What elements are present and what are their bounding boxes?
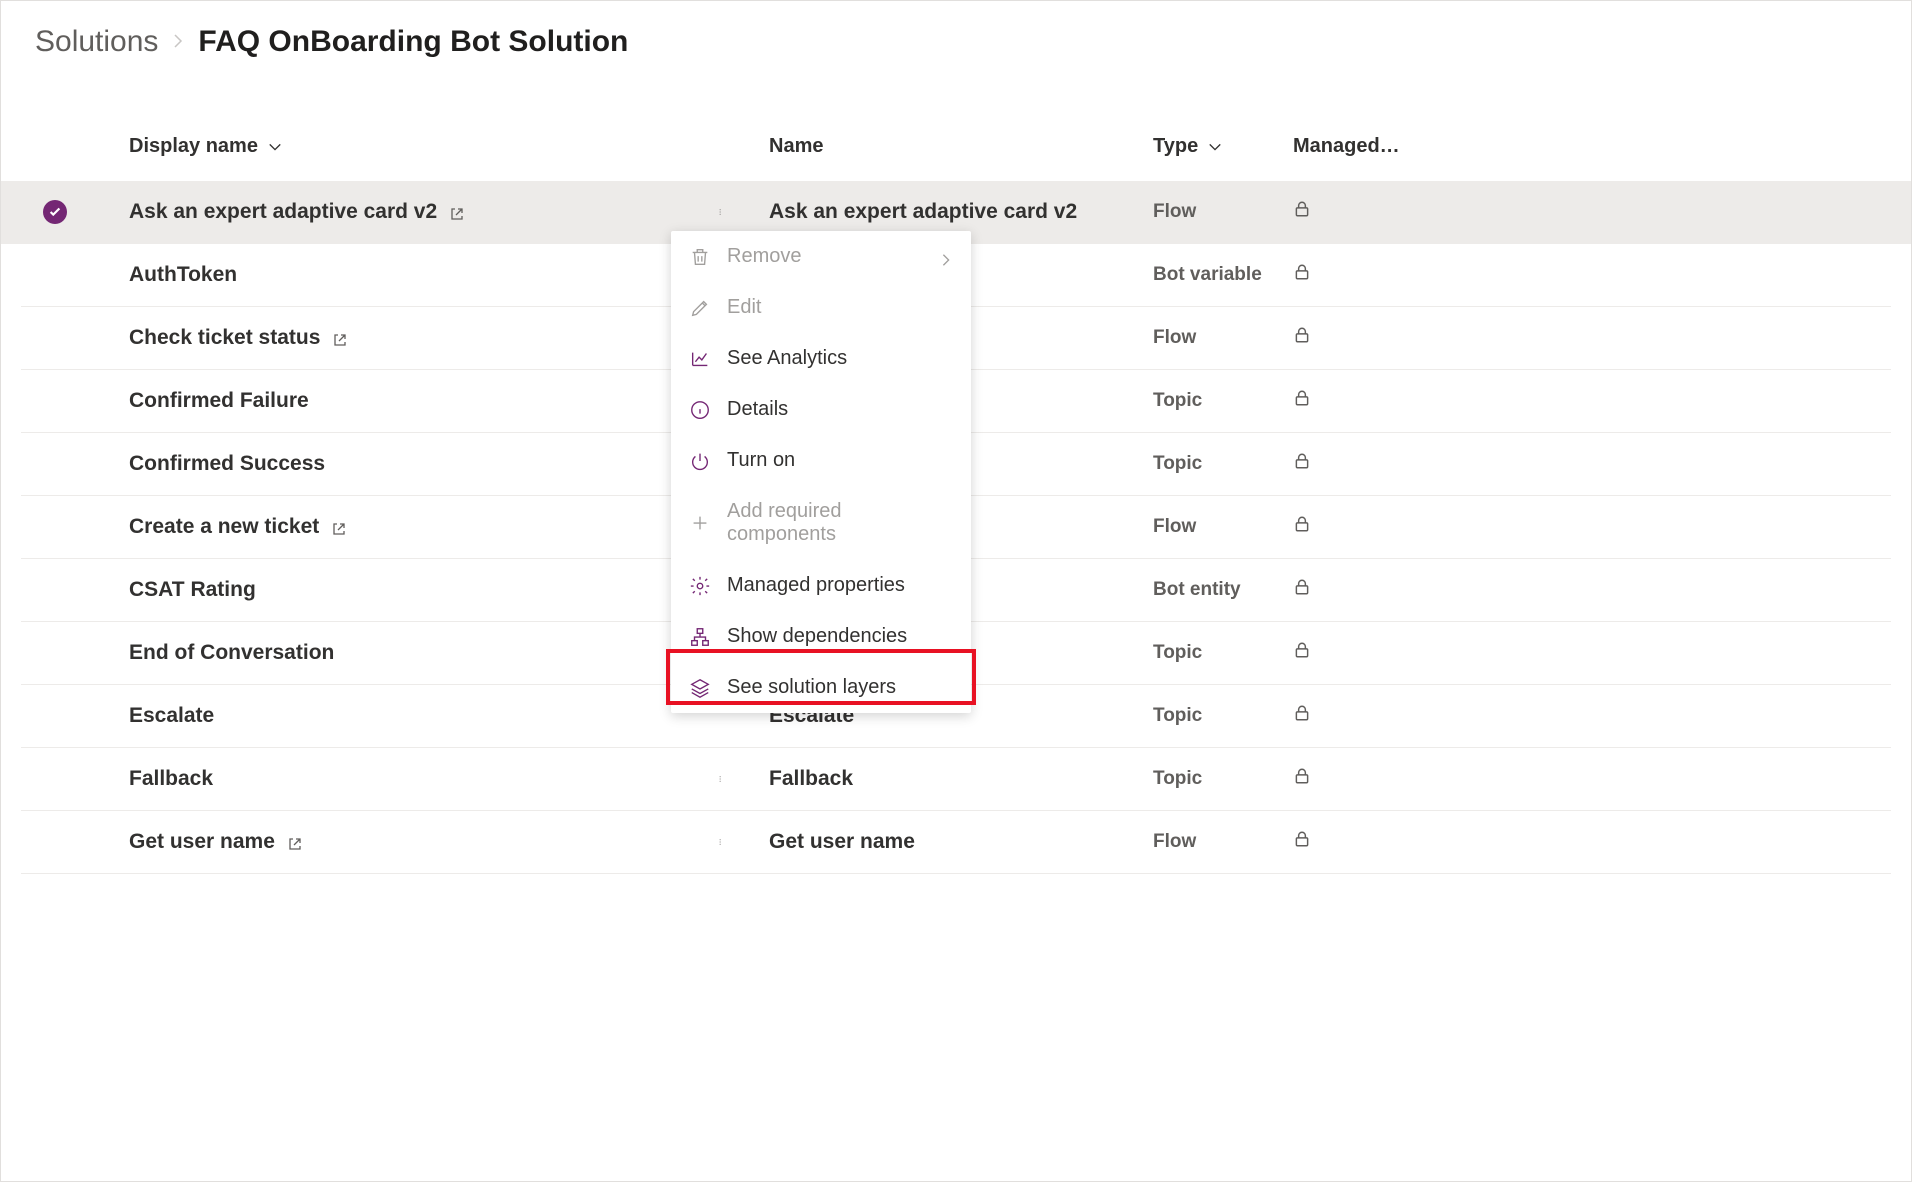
row-type: Bot variable — [1153, 264, 1262, 286]
external-link-icon — [331, 519, 347, 535]
display-name[interactable]: Check ticket status — [129, 326, 348, 350]
tree-icon — [689, 626, 711, 648]
breadcrumb-root[interactable]: Solutions — [35, 25, 158, 59]
more-actions-button[interactable] — [711, 831, 733, 853]
row-type: Topic — [1153, 705, 1202, 727]
more-actions-button[interactable] — [711, 768, 733, 790]
row-name: Ask an expert adaptive card v2 — [769, 200, 1077, 223]
display-name[interactable]: Fallback — [129, 767, 213, 791]
lock-icon — [1293, 201, 1311, 223]
row-type: Flow — [1153, 201, 1196, 223]
display-name[interactable]: Confirmed Failure — [129, 389, 309, 413]
column-header-type-label: Type — [1153, 135, 1198, 158]
display-name[interactable]: CSAT Rating — [129, 578, 256, 602]
menu-item-gear[interactable]: Managed properties — [671, 560, 971, 611]
external-link-icon — [332, 330, 348, 346]
trash-icon — [689, 246, 711, 268]
external-link-icon — [449, 204, 465, 220]
highlight-box — [666, 649, 976, 705]
info-icon — [689, 399, 711, 421]
lock-icon — [1293, 768, 1311, 790]
row-type: Flow — [1153, 831, 1196, 853]
plus-icon — [689, 512, 711, 534]
context-menu: Remove Edit See Analytics Details Turn on Add… — [671, 231, 971, 713]
menu-item-label: Turn on — [727, 449, 795, 472]
menu-item-analytics[interactable]: See Analytics — [671, 333, 971, 384]
menu-item-info[interactable]: Details — [671, 384, 971, 435]
menu-item-power[interactable]: Turn on — [671, 435, 971, 486]
row-type: Bot entity — [1153, 579, 1241, 601]
row-type: Topic — [1153, 642, 1202, 664]
lock-icon — [1293, 327, 1311, 349]
menu-item-label: Show dependencies — [727, 625, 907, 648]
column-header-display-name[interactable]: Display name — [129, 135, 711, 158]
row-type: Topic — [1153, 390, 1202, 412]
row-type: Topic — [1153, 768, 1202, 790]
column-header-type[interactable]: Type — [1153, 135, 1293, 158]
breadcrumb-current: FAQ OnBoarding Bot Solution — [198, 25, 628, 59]
lock-icon — [1293, 579, 1311, 601]
display-name[interactable]: End of Conversation — [129, 641, 334, 665]
menu-item-edit: Edit — [671, 282, 971, 333]
display-name[interactable]: Escalate — [129, 704, 214, 728]
menu-item-label: Managed properties — [727, 574, 905, 597]
check-icon[interactable] — [43, 200, 67, 224]
menu-item-label: Edit — [727, 296, 761, 319]
menu-item-label: Remove — [727, 245, 801, 268]
display-name[interactable]: AuthToken — [129, 263, 237, 287]
display-name[interactable]: Confirmed Success — [129, 452, 325, 476]
power-icon — [689, 450, 711, 472]
table-header-row: Display name Name Type Managed… — [21, 99, 1891, 181]
column-header-name[interactable]: Name — [769, 135, 1153, 158]
analytics-icon — [689, 348, 711, 370]
chevron-down-icon — [268, 140, 282, 154]
row-type: Flow — [1153, 516, 1196, 538]
lock-icon — [1293, 264, 1311, 286]
row-type: Flow — [1153, 327, 1196, 349]
row-name: Fallback — [769, 767, 853, 790]
column-header-managed[interactable]: Managed… — [1293, 135, 1400, 158]
row-name: Get user name — [769, 830, 915, 853]
row-type: Topic — [1153, 453, 1202, 475]
display-name[interactable]: Create a new ticket — [129, 515, 347, 539]
display-name[interactable]: Ask an expert adaptive card v2 — [129, 200, 465, 224]
lock-icon — [1293, 453, 1311, 475]
chevron-right-icon — [939, 250, 953, 264]
lock-icon — [1293, 831, 1311, 853]
column-header-display-name-label: Display name — [129, 135, 258, 158]
menu-item-trash: Remove — [671, 231, 971, 282]
table-row[interactable]: Get user name Get user name Flow — [21, 811, 1891, 874]
display-name[interactable]: Get user name — [129, 830, 303, 854]
table-row[interactable]: Fallback Fallback Topic — [21, 748, 1891, 811]
chevron-down-icon — [1208, 140, 1222, 154]
lock-icon — [1293, 390, 1311, 412]
edit-icon — [689, 297, 711, 319]
lock-icon — [1293, 642, 1311, 664]
lock-icon — [1293, 516, 1311, 538]
chevron-right-icon — [170, 28, 186, 56]
gear-icon — [689, 575, 711, 597]
menu-item-label: Add required components — [727, 500, 953, 546]
external-link-icon — [287, 834, 303, 850]
lock-icon — [1293, 705, 1311, 727]
menu-item-label: See Analytics — [727, 347, 847, 370]
breadcrumb: Solutions FAQ OnBoarding Bot Solution — [1, 25, 1911, 99]
menu-item-plus: Add required components — [671, 486, 971, 560]
more-actions-button[interactable] — [711, 201, 733, 223]
menu-item-label: Details — [727, 398, 788, 421]
